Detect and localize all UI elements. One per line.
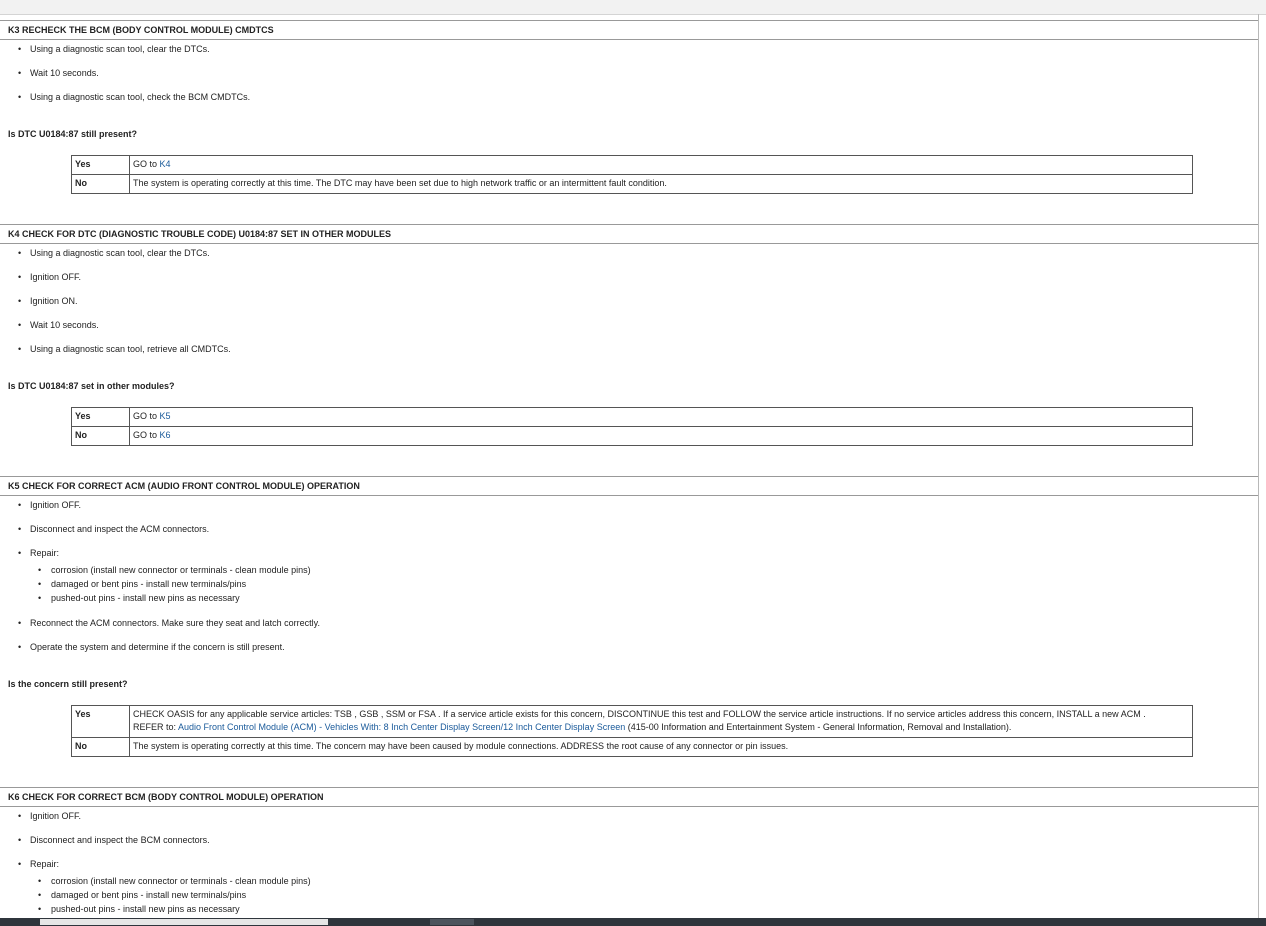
result-table-k4: Yes GO to K5 No GO to K6 [71,407,1193,446]
list-item: Using a diagnostic scan tool, check the … [18,92,1258,103]
yes-label: Yes [71,407,130,427]
question-k5: Is the concern still present? [8,679,128,689]
repair-list-k5: corrosion (install new connector or term… [30,563,1258,605]
step-k3: K3 RECHECK THE BCM (BODY CONTROL MODULE)… [0,20,1258,194]
table-row: No The system is operating correctly at … [71,174,1193,194]
refer-line: REFER to: Audio Front Control Module (AC… [133,721,1189,734]
yes-action: GO to K4 [129,155,1193,175]
table-row: No The system is operating correctly at … [71,737,1193,757]
action-list-k5: Ignition OFF. Disconnect and inspect the… [0,500,1258,653]
step-title-k4: K4 CHECK FOR DTC (DIAGNOSTIC TROUBLE COD… [0,225,1258,244]
no-label: No [71,426,130,446]
table-row: Yes GO to K5 [71,407,1193,427]
yes-prefix: GO to [133,159,160,169]
repair-list-k6: corrosion (install new connector or term… [30,874,1258,916]
list-item: Operate the system and determine if the … [18,642,1258,653]
refer-suffix: (415-00 Information and Entertainment Sy… [625,722,1012,732]
list-item: damaged or bent pins - install new termi… [38,577,1258,591]
action-list-k6: Ignition OFF. Disconnect and inspect the… [0,811,1258,916]
list-item: pushed-out pins - install new pins as ne… [38,591,1258,605]
list-item: Using a diagnostic scan tool, retrieve a… [18,344,1258,355]
table-row: No GO to K6 [71,426,1193,446]
list-item: Using a diagnostic scan tool, clear the … [18,44,1258,55]
result-table-k3: Yes GO to K4 No The system is operating … [71,155,1193,194]
list-item: Ignition OFF. [18,811,1258,822]
question-k3: Is DTC U0184:87 still present? [8,129,138,139]
list-item: Repair: corrosion (install new connector… [18,859,1258,916]
step-title-k3: K3 RECHECK THE BCM (BODY CONTROL MODULE)… [0,21,1258,40]
list-item: Repair: corrosion (install new connector… [18,548,1258,605]
horizontal-scrollbar[interactable] [0,918,1266,926]
link-k6[interactable]: K6 [160,430,171,440]
step-k5: K5 CHECK FOR CORRECT ACM (AUDIO FRONT CO… [0,476,1258,757]
link-k5[interactable]: K5 [160,411,171,421]
repair-label: Repair: [30,548,60,558]
list-item: damaged or bent pins - install new termi… [38,888,1258,902]
no-action: The system is operating correctly at thi… [129,737,1193,757]
list-item: Disconnect and inspect the ACM connector… [18,524,1258,535]
no-action: GO to K6 [129,426,1193,446]
yes-action: GO to K5 [129,407,1193,427]
document-content[interactable]: K3 RECHECK THE BCM (BODY CONTROL MODULE)… [0,14,1259,918]
yes-instructions: CHECK OASIS for any applicable service a… [133,709,1146,719]
yes-prefix: GO to [133,411,160,421]
action-list-k3: Using a diagnostic scan tool, clear the … [0,44,1258,103]
scrollbar-thumb[interactable] [40,919,328,925]
no-prefix: GO to [133,430,160,440]
no-label: No [71,174,130,194]
step-title-k5: K5 CHECK FOR CORRECT ACM (AUDIO FRONT CO… [0,477,1258,496]
repair-label: Repair: [30,859,60,869]
top-toolbar [0,0,1266,15]
no-label: No [71,737,130,757]
table-row: Yes GO to K4 [71,155,1193,175]
list-item: Wait 10 seconds. [18,68,1258,79]
list-item: Ignition OFF. [18,272,1258,283]
list-item: Using a diagnostic scan tool, clear the … [18,248,1258,259]
list-item: pushed-out pins - install new pins as ne… [38,902,1258,916]
list-item: Wait 10 seconds. [18,320,1258,331]
step-k6: K6 CHECK FOR CORRECT BCM (BODY CONTROL M… [0,787,1258,916]
scrollbar-segment [430,919,474,925]
yes-action: CHECK OASIS for any applicable service a… [129,705,1193,738]
list-item: Disconnect and inspect the BCM connector… [18,835,1258,846]
yes-label: Yes [71,155,130,175]
refer-prefix: REFER to: [133,722,179,732]
table-row: Yes CHECK OASIS for any applicable servi… [71,705,1193,738]
list-item: corrosion (install new connector or term… [38,563,1258,577]
result-table-k5: Yes CHECK OASIS for any applicable servi… [71,705,1193,757]
link-acm-removal[interactable]: Audio Front Control Module (ACM) - Vehic… [178,722,625,732]
list-item: Reconnect the ACM connectors. Make sure … [18,618,1258,629]
link-k4[interactable]: K4 [160,159,171,169]
step-title-k6: K6 CHECK FOR CORRECT BCM (BODY CONTROL M… [0,788,1258,807]
yes-label: Yes [71,705,130,738]
no-action: The system is operating correctly at thi… [129,174,1193,194]
question-k4: Is DTC U0184:87 set in other modules? [8,381,175,391]
list-item: Ignition ON. [18,296,1258,307]
action-list-k4: Using a diagnostic scan tool, clear the … [0,248,1258,355]
list-item: corrosion (install new connector or term… [38,874,1258,888]
list-item: Ignition OFF. [18,500,1258,511]
step-k4: K4 CHECK FOR DTC (DIAGNOSTIC TROUBLE COD… [0,224,1258,446]
